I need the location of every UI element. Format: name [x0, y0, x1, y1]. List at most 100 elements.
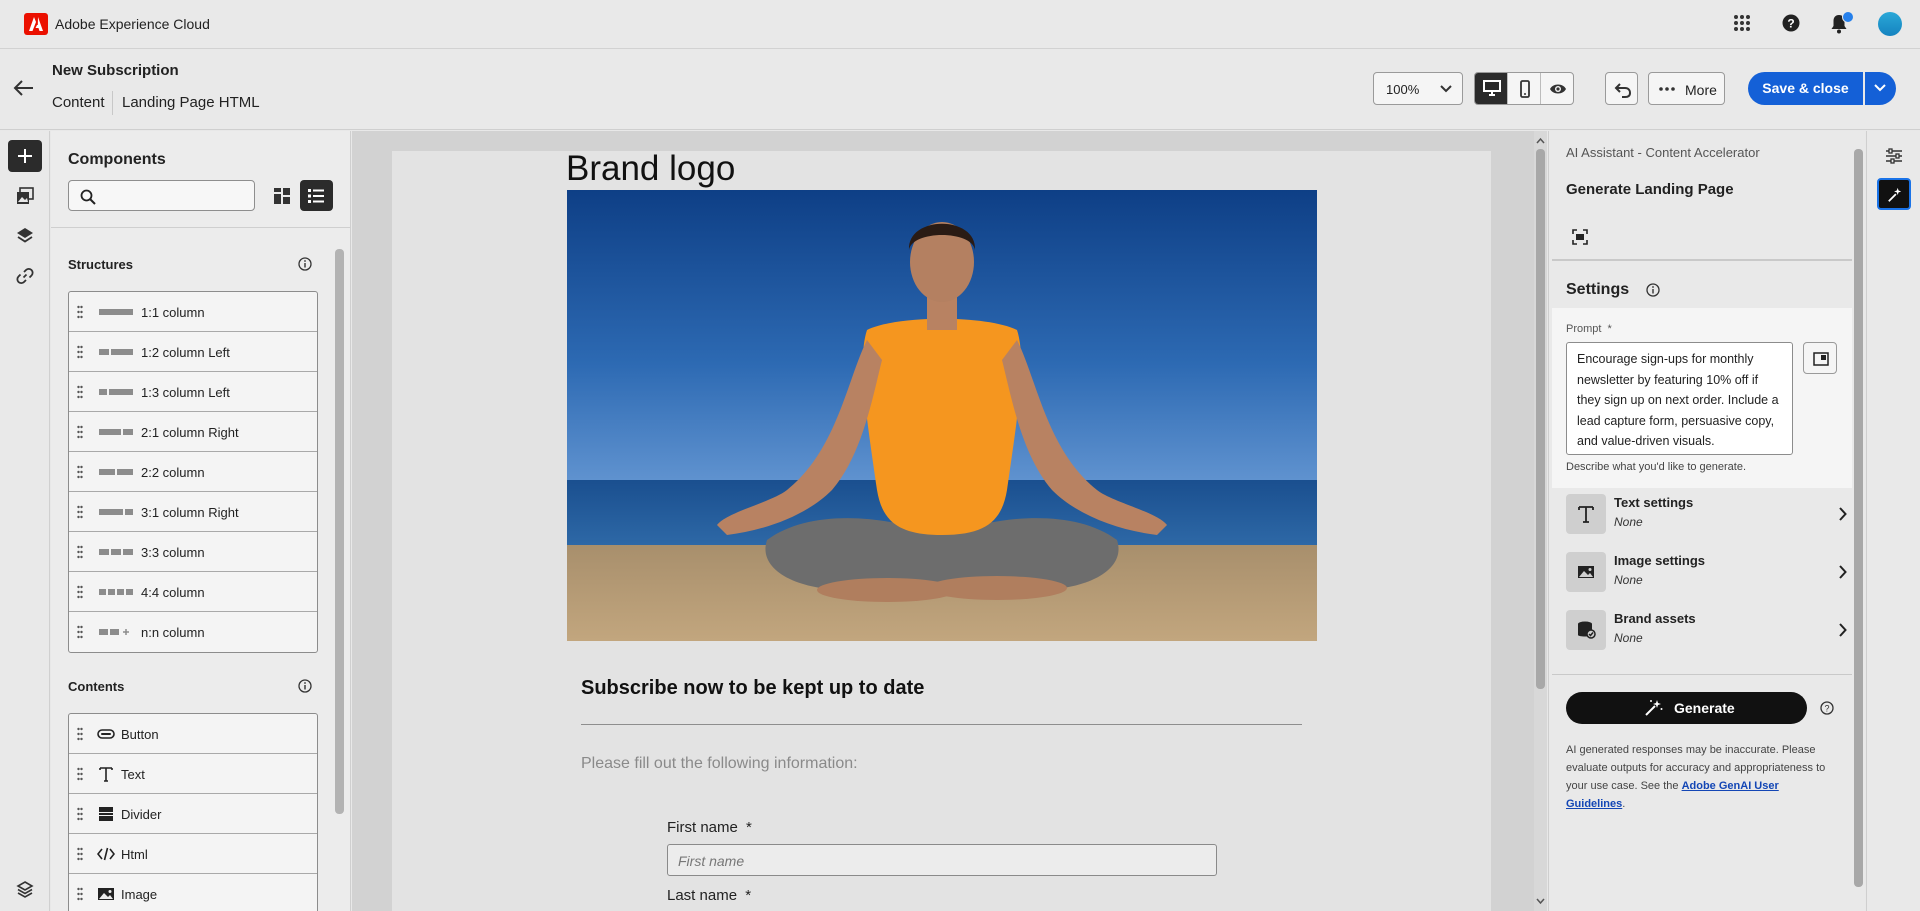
drag-handle-icon[interactable] — [77, 545, 83, 559]
layers-button[interactable] — [8, 220, 42, 252]
drag-handle-icon[interactable] — [77, 887, 83, 901]
structure-item[interactable]: 1:1 column — [69, 292, 317, 332]
zoom-select[interactable]: 100% — [1373, 72, 1463, 105]
brand-assets-row[interactable]: Brand assets None — [1566, 607, 1851, 655]
setting-name: Text settings — [1614, 495, 1694, 510]
subscribe-heading[interactable]: Subscribe now to be kept up to date — [581, 677, 924, 700]
structure-item[interactable]: 1:2 column Left — [69, 332, 317, 372]
more-button[interactable]: More — [1648, 72, 1725, 105]
prompt-label-text: Prompt — [1566, 323, 1602, 335]
notifications-icon[interactable] — [1830, 11, 1854, 36]
app-name[interactable]: Adobe Experience Cloud — [55, 16, 210, 32]
structure-item[interactable]: 2:1 column Right — [69, 412, 317, 452]
drag-handle-icon[interactable] — [77, 807, 83, 821]
generate-label: Generate — [1674, 700, 1735, 716]
content-item[interactable]: Divider — [69, 794, 317, 834]
fullscreen-button[interactable] — [1566, 223, 1594, 251]
components-title: Components — [68, 151, 166, 168]
drag-handle-icon[interactable] — [77, 767, 83, 781]
chevron-right-icon — [1839, 623, 1847, 637]
assets-button[interactable] — [8, 180, 42, 212]
content-item[interactable]: Html — [69, 834, 317, 874]
drag-handle-icon[interactable] — [77, 425, 83, 439]
hero-image[interactable] — [567, 190, 1317, 641]
avatar[interactable] — [1878, 12, 1902, 36]
editor-canvas: Brand logo Subscribe now to be kept up t… — [352, 131, 1547, 911]
prompt-textarea[interactable]: Encourage sign-ups for monthly newslette… — [1566, 342, 1793, 455]
drag-handle-icon[interactable] — [77, 585, 83, 599]
back-arrow-icon[interactable] — [13, 77, 37, 101]
structure-item[interactable]: 2:2 column — [69, 452, 317, 492]
components-search-input[interactable] — [68, 180, 255, 211]
add-components-button[interactable] — [8, 140, 42, 172]
mobile-view-button[interactable] — [1508, 73, 1541, 104]
structure-item[interactable]: 3:1 column Right — [69, 492, 317, 532]
content-item[interactable]: Image — [69, 874, 317, 911]
structure-item[interactable]: 1:3 column Left — [69, 372, 317, 412]
drag-handle-icon[interactable] — [77, 305, 83, 319]
divider — [1552, 674, 1852, 675]
drag-handle-icon[interactable] — [77, 625, 83, 639]
drag-handle-icon[interactable] — [77, 385, 83, 399]
help-icon[interactable]: ? — [1820, 701, 1834, 715]
list-view-button[interactable] — [300, 180, 333, 211]
breadcrumb-separator — [112, 91, 113, 115]
ellipsis-icon — [1659, 87, 1675, 91]
content-label: Text — [121, 767, 145, 782]
info-icon[interactable] — [298, 257, 312, 271]
info-icon[interactable] — [298, 679, 312, 693]
properties-button[interactable] — [1877, 140, 1911, 172]
scroll-down-arrow-icon[interactable] — [1536, 897, 1545, 905]
links-button[interactable] — [8, 260, 42, 292]
required-marker: * — [745, 887, 752, 904]
setting-value: None — [1614, 573, 1643, 587]
divider — [1552, 259, 1852, 261]
desktop-view-button[interactable] — [1475, 73, 1508, 104]
field-placeholder: First name — [678, 853, 745, 869]
divider-icon — [99, 807, 113, 821]
grid-view-button[interactable] — [268, 182, 296, 210]
ai-assistant-button[interactable] — [1877, 178, 1911, 210]
drag-handle-icon[interactable] — [77, 465, 83, 479]
chevron-right-icon — [1839, 565, 1847, 579]
form-intro-text[interactable]: Please fill out the following informatio… — [581, 755, 858, 773]
content-item[interactable]: Text — [69, 754, 317, 794]
undo-button[interactable] — [1605, 72, 1638, 105]
preview-button[interactable] — [1541, 73, 1573, 104]
content-item[interactable]: Button — [69, 714, 317, 754]
chevron-down-icon — [1440, 85, 1452, 93]
save-close-button[interactable]: Save & close — [1748, 72, 1863, 105]
help-icon[interactable]: ? — [1782, 14, 1804, 36]
required-marker: * — [746, 819, 752, 836]
setting-name: Image settings — [1614, 553, 1706, 568]
layers-icon — [17, 228, 33, 243]
components-scroll-thumb[interactable] — [335, 249, 344, 814]
prompt-library-button[interactable] — [1803, 342, 1837, 374]
structure-1-1-icon — [99, 309, 133, 315]
ai-panel-scroll-thumb[interactable] — [1854, 149, 1863, 887]
structure-item[interactable]: n:n column — [69, 612, 317, 652]
drag-handle-icon[interactable] — [77, 345, 83, 359]
info-icon[interactable] — [1646, 283, 1660, 297]
save-options-button[interactable] — [1865, 72, 1896, 105]
drag-handle-icon[interactable] — [77, 847, 83, 861]
adobe-logo-icon[interactable] — [24, 13, 48, 35]
scroll-up-arrow-icon[interactable] — [1536, 137, 1545, 145]
text-settings-row[interactable]: Text settings None — [1566, 491, 1851, 539]
plus-icon — [18, 149, 32, 163]
drag-handle-icon[interactable] — [77, 505, 83, 519]
generate-button[interactable]: Generate — [1566, 692, 1807, 724]
image-settings-row[interactable]: Image settings None — [1566, 549, 1851, 597]
contents-list: Button Text Divider Html Image — [68, 713, 318, 911]
layers-settings-button[interactable] — [8, 873, 42, 905]
apps-grid-icon[interactable] — [1733, 14, 1755, 36]
first-name-field[interactable]: First name — [667, 844, 1217, 876]
breadcrumb-content[interactable]: Content — [52, 94, 105, 111]
structure-item[interactable]: 4:4 column — [69, 572, 317, 612]
drag-handle-icon[interactable] — [77, 727, 83, 741]
canvas-scroll-thumb[interactable] — [1536, 149, 1545, 689]
structure-item[interactable]: 3:3 column — [69, 532, 317, 572]
breadcrumb-page[interactable]: Landing Page HTML — [122, 94, 260, 111]
brand-logo[interactable]: Brand logo — [566, 149, 735, 189]
svg-text:?: ? — [1787, 17, 1794, 31]
